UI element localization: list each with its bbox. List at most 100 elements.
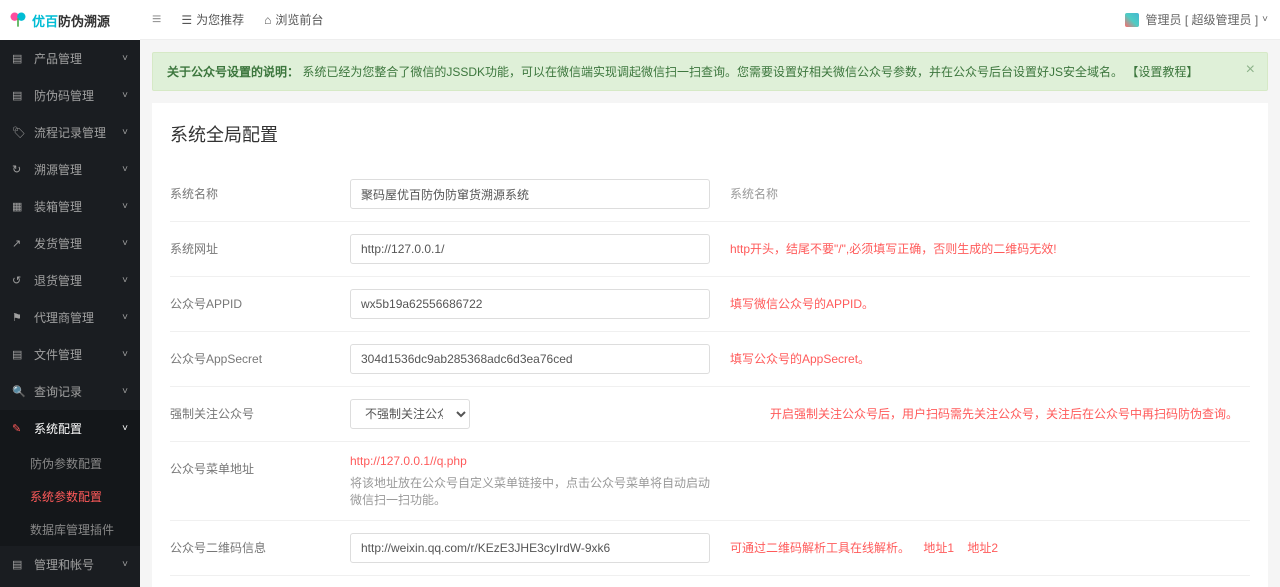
users-icon: ⚑	[12, 311, 26, 324]
sidebar-item-label: 装箱管理	[34, 198, 82, 215]
label-appid: 公众号APPID	[170, 289, 350, 312]
top-link-label: 为您推荐	[196, 11, 244, 28]
help-sysname: 系统名称	[730, 179, 778, 202]
input-secret[interactable]	[350, 344, 710, 374]
sidebar-item-label: 产品管理	[34, 50, 82, 67]
sidebar-item-label: 查询记录	[34, 383, 82, 400]
sidebar-item-admin[interactable]: ▤ 管理和帐号 ˅	[0, 546, 140, 583]
sidebar-item-label: 文件管理	[34, 346, 82, 363]
top-preview[interactable]: ⌂浏览前台	[264, 11, 323, 28]
avatar-icon	[1125, 13, 1139, 27]
sidebar-item-ship[interactable]: ↗ 发货管理 ˅	[0, 225, 140, 262]
input-sysname[interactable]	[350, 179, 710, 209]
help-qr: 可通过二维码解析工具在线解析。 地址1 地址2	[730, 533, 1008, 556]
label-sysurl: 系统网址	[170, 234, 350, 257]
help-secret: 填写公众号的AppSecret。	[730, 344, 870, 367]
alert-link[interactable]: 【设置教程】	[1126, 65, 1198, 79]
sidebar-item-anticode[interactable]: ▤ 防伪码管理 ˅	[0, 77, 140, 114]
top-link-label: 浏览前台	[275, 11, 323, 28]
chevron-down-icon: ˅	[122, 386, 128, 397]
chevron-down-icon: ˅	[122, 53, 128, 64]
label-follow: 强制关注公众号	[170, 399, 350, 422]
sidebar: 优百优百防伪溯源防伪溯源 ▤ 产品管理 ˅ ▤ 防伪码管理 ˅ 🏷流程记录管理˅ ↻ 溯源…	[0, 0, 140, 587]
sidebar-item-return[interactable]: ↺ 退货管理 ˅	[0, 262, 140, 299]
form-panel: 系统全局配置 系统名称 系统名称 系统网址 http开头，结尾不要"/",必须填…	[152, 103, 1268, 587]
sidebar-item-product[interactable]: ▤ 产品管理 ˅	[0, 40, 140, 77]
chevron-down-icon: ˅	[1262, 14, 1268, 25]
row-menuurl: 公众号菜单地址 http://127.0.0.1//q.php 将该地址放在公众…	[170, 441, 1250, 520]
row-sysurl: 系统网址 http开头，结尾不要"/",必须填写正确，否则生成的二维码无效!	[170, 221, 1250, 276]
alert-banner: 关于公众号设置的说明： 系统已经为您整合了微信的JSSDK功能，可以在微信端实现…	[152, 52, 1268, 91]
sidebar-item-process[interactable]: 🏷流程记录管理˅	[0, 114, 140, 151]
help-follow: 开启强制关注公众号后，用户扫码需先关注公众号，关注后在公众号中再扫码防伪查询。	[770, 399, 1238, 422]
logo[interactable]: 优百优百防伪溯源防伪溯源	[0, 0, 140, 40]
sidebar-item-label: 溯源管理	[34, 161, 82, 178]
link-addr2[interactable]: 地址2	[967, 541, 998, 555]
sidebar-item-label: 防伪码管理	[34, 87, 94, 104]
sidebar-item-query[interactable]: 🔍 查询记录 ˅	[0, 373, 140, 410]
cube-icon: ▤	[12, 52, 26, 65]
row-qr: 公众号二维码信息 可通过二维码解析工具在线解析。 地址1 地址2	[170, 520, 1250, 575]
chevron-down-icon: ˅	[122, 90, 128, 101]
user-menu[interactable]: 管理员 [ 超级管理员 ] ˅	[1125, 11, 1268, 28]
alert-body: 系统已经为您整合了微信的JSSDK功能，可以在微信端实现调起微信扫一扫查询。您需…	[302, 65, 1123, 79]
sidebar-sub-anticonfig[interactable]: 防伪参数配置	[0, 447, 140, 480]
row-sysname: 系统名称 系统名称	[170, 167, 1250, 221]
alert-close[interactable]: ×	[1246, 61, 1255, 79]
chevron-down-icon: ˅	[122, 312, 128, 323]
gift-icon: ☰	[181, 13, 192, 27]
wrench-icon: ✎	[12, 422, 26, 435]
help-appid: 填写微信公众号的APPID。	[730, 289, 874, 312]
lock-icon: ▤	[12, 558, 26, 571]
chevron-down-icon: ˅	[122, 201, 128, 212]
content: 关于公众号设置的说明： 系统已经为您整合了微信的JSSDK功能，可以在微信端实现…	[140, 40, 1280, 587]
row-follow: 强制关注公众号 不强制关注公众号 开启强制关注公众号后，用户扫码需先关注公众号，…	[170, 386, 1250, 441]
desc-menuurl: 将该地址放在公众号自定义菜单链接中，点击公众号菜单将自动启动微信扫一扫功能。	[350, 474, 710, 508]
label-qr: 公众号二维码信息	[170, 533, 350, 556]
label-sysname: 系统名称	[170, 179, 350, 202]
row-appid: 公众号APPID 填写微信公众号的APPID。	[170, 276, 1250, 331]
row-secret: 公众号AppSecret 填写公众号的AppSecret。	[170, 331, 1250, 386]
chevron-down-icon: ˅	[122, 559, 128, 570]
sidebar-item-trace[interactable]: ↻ 溯源管理 ˅	[0, 151, 140, 188]
page-title: 系统全局配置	[170, 121, 1250, 147]
input-sysurl[interactable]	[350, 234, 710, 264]
send-icon: ↗	[12, 237, 26, 250]
link-addr1[interactable]: 地址1	[923, 541, 954, 555]
row-company: 公司名称 您公司的名称!	[170, 575, 1250, 587]
flag-icon: ▤	[12, 89, 26, 102]
select-follow[interactable]: 不强制关注公众号	[350, 399, 470, 429]
sidebar-item-label: 管理和帐号	[34, 556, 94, 573]
user-label: 管理员 [ 超级管理员 ]	[1145, 11, 1258, 28]
chevron-down-icon: ˅	[122, 275, 128, 286]
sidebar-item-file[interactable]: ▤ 文件管理 ˅	[0, 336, 140, 373]
sidebar-sub-dbplugin[interactable]: 数据库管理插件	[0, 513, 140, 546]
undo-icon: ↺	[12, 274, 26, 287]
tag-icon: 🏷	[12, 126, 26, 139]
search-icon: 🔍	[12, 385, 26, 398]
chevron-down-icon: ˅	[122, 349, 128, 360]
chevron-down-icon: ˅	[122, 127, 128, 138]
sidebar-item-label: 退货管理	[34, 272, 82, 289]
label-menuurl: 公众号菜单地址	[170, 454, 350, 477]
help-sysurl: http开头，结尾不要"/",必须填写正确，否则生成的二维码无效!	[730, 234, 1057, 257]
chevron-down-icon: ˅	[122, 238, 128, 249]
input-qr[interactable]	[350, 533, 710, 563]
logo-icon	[8, 10, 28, 30]
sidebar-item-label: 发货管理	[34, 235, 82, 252]
sidebar-nav: ▤ 产品管理 ˅ ▤ 防伪码管理 ˅ 🏷流程记录管理˅ ↻ 溯源管理 ˅ ▦ 装箱管理 ˅ ↗ 发…	[0, 40, 140, 587]
static-menuurl: http://127.0.0.1//q.php	[350, 454, 710, 468]
refresh-icon: ↻	[12, 163, 26, 176]
sidebar-item-agent[interactable]: ⚑代理商管理˅	[0, 299, 140, 336]
sidebar-item-boxing[interactable]: ▦ 装箱管理 ˅	[0, 188, 140, 225]
top-recommend[interactable]: ☰ 为您推荐	[181, 11, 244, 28]
file-icon: ▤	[12, 348, 26, 361]
chevron-down-icon: ˅	[122, 423, 128, 434]
input-appid[interactable]	[350, 289, 710, 319]
sidebar-sub-sysparam[interactable]: 系统参数配置	[0, 480, 140, 513]
chevron-down-icon: ˅	[122, 164, 128, 175]
grid-icon: ▦	[12, 200, 26, 213]
sidebar-item-sysconfig[interactable]: ✎系统配置˅	[0, 410, 140, 447]
topbar: ≡ ☰ 为您推荐 ⌂浏览前台 管理员 [ 超级管理员 ] ˅	[140, 0, 1280, 40]
hamburger-icon[interactable]: ≡	[152, 11, 161, 29]
